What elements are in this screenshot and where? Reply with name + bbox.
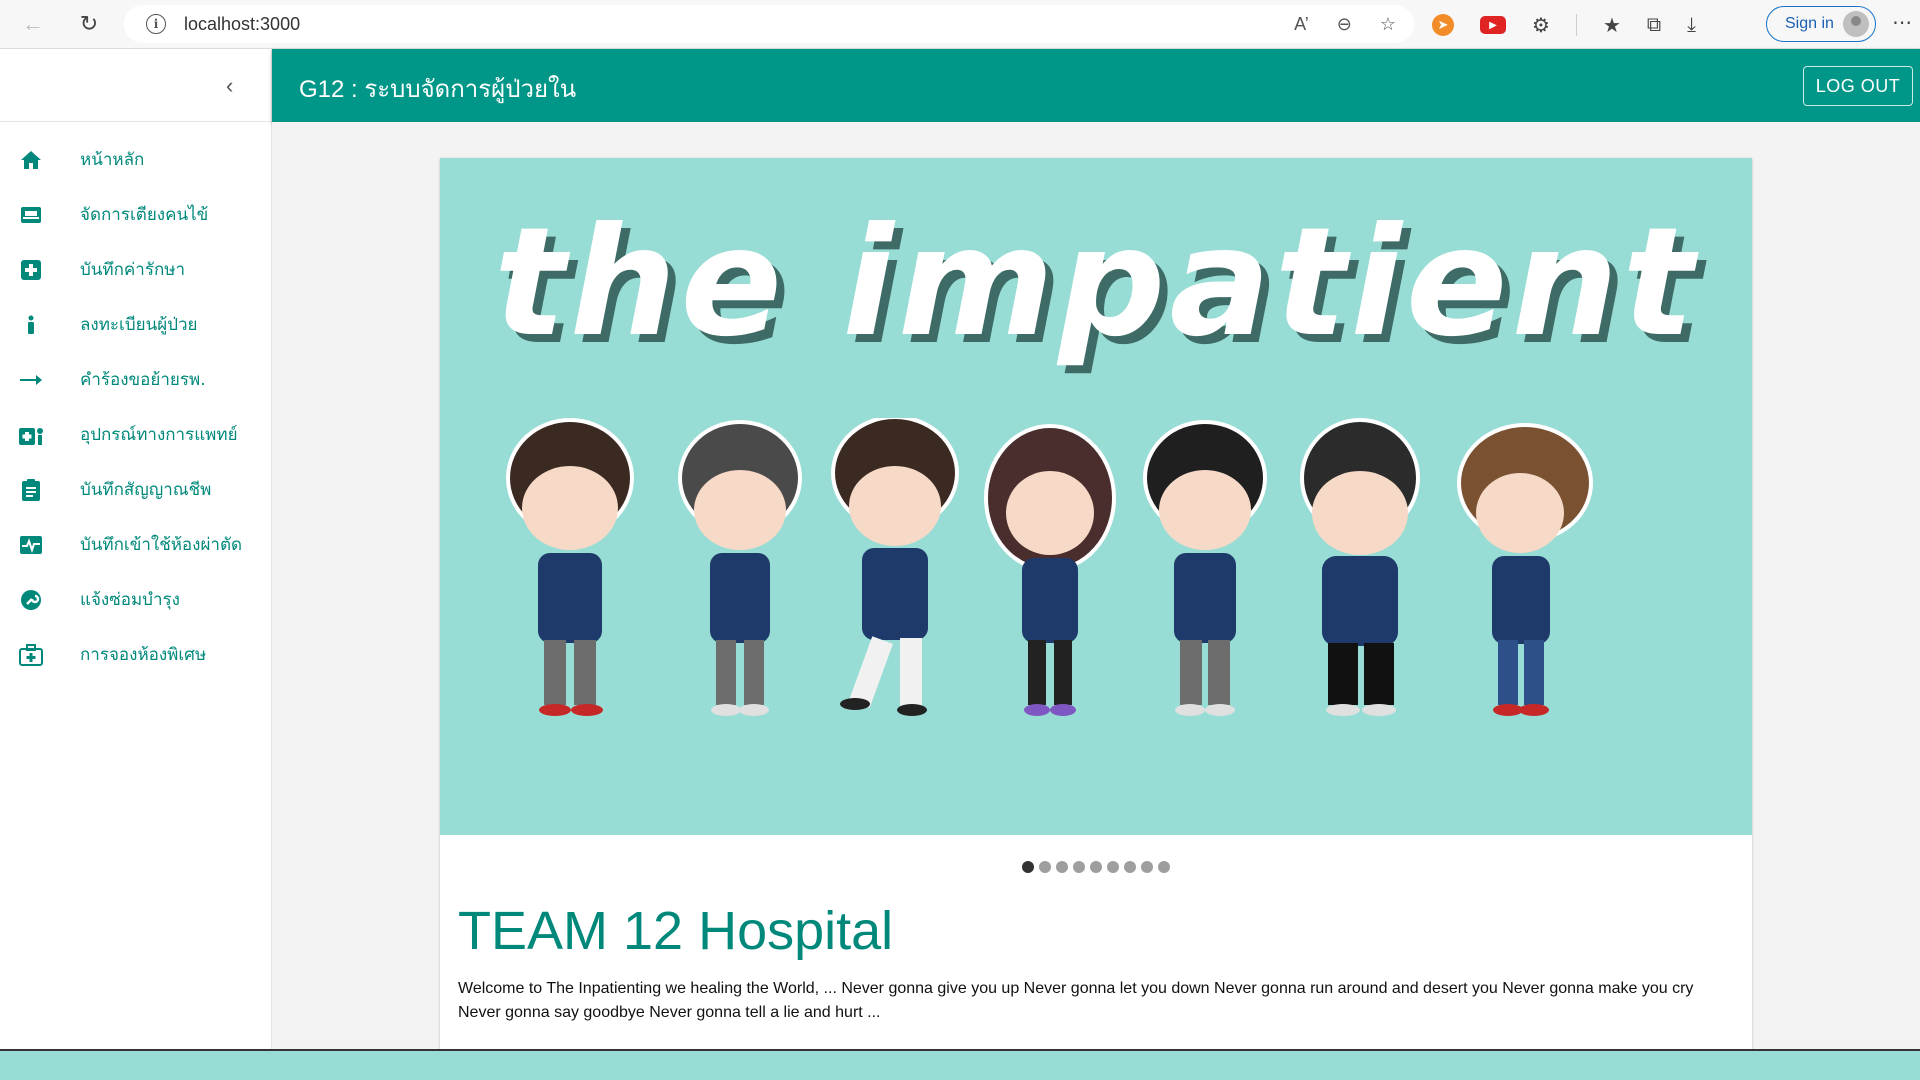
extension-red-icon[interactable]: ▶ — [1480, 16, 1506, 34]
sidebar-item-label: แจ้งซ่อมบำรุง — [80, 590, 180, 610]
carousel-dot[interactable] — [1073, 861, 1085, 873]
app-header: G12 : ระบบจัดการผู้ป่วยใน LOG OUT — [272, 49, 1920, 122]
medical-plus-icon — [16, 259, 46, 281]
avatar — [1843, 11, 1869, 37]
carousel-dot[interactable] — [1022, 861, 1034, 873]
sidebar-item-label: จัดการเตียงคนไข้ — [80, 205, 209, 225]
carousel-dot[interactable] — [1039, 861, 1051, 873]
sidebar-item-label: บันทึกเข้าใช้ห้องผ่าตัด — [80, 535, 243, 555]
sign-in-button[interactable]: Sign in — [1766, 6, 1876, 42]
browser-toolbar: ← ↻ i localhost:3000 A’ ⊖ ☆ ➤ ▶ ⚙ ★ ⧉ ⤓ … — [0, 0, 1920, 49]
sidebar-item-treatment-cost[interactable]: บันทึกค่ารักษา — [0, 242, 271, 297]
sidebar-item-label: อุปกรณ์ทางการแพทย์ — [80, 425, 238, 445]
main-content: the impatient TEAM 12 Hospital Welcome t… — [272, 122, 1920, 1058]
address-bar[interactable]: i localhost:3000 A’ ⊖ ☆ — [124, 5, 1414, 43]
sidebar-item-label: บันทึกสัญญาณชีพ — [80, 480, 212, 500]
carousel-dot[interactable] — [1056, 861, 1068, 873]
carousel-indicators — [440, 861, 1752, 873]
favorites-icon[interactable]: ★ — [1603, 13, 1621, 38]
hospital-title: TEAM 12 Hospital — [458, 901, 894, 961]
carousel-dot[interactable] — [1124, 861, 1136, 873]
sidebar-item-operating-room[interactable]: บันทึกเข้าใช้ห้องผ่าตัด — [0, 517, 271, 572]
banner-title: the impatient — [493, 196, 1699, 370]
bottom-strip — [0, 1049, 1920, 1080]
zoom-out-icon[interactable]: ⊖ — [1337, 14, 1352, 35]
sidebar-item-transfer-request[interactable]: คำร้องขอย้ายรพ. — [0, 352, 271, 407]
character-4 — [984, 424, 1116, 716]
team-characters-illustration — [506, 418, 1593, 716]
medical-equipment-icon — [16, 424, 46, 446]
favorite-add-icon[interactable]: ☆ — [1380, 14, 1396, 35]
character-5 — [1143, 420, 1267, 716]
sidebar-item-vital-signs[interactable]: บันทึกสัญญาณชีพ — [0, 462, 271, 517]
sidebar-header: ‹ — [0, 49, 271, 122]
more-options-icon[interactable]: ⋯ — [1892, 10, 1912, 35]
heart-monitor-icon — [16, 535, 46, 555]
welcome-text: Welcome to The Inpatienting we healing t… — [458, 980, 1694, 1021]
bed-icon — [16, 205, 46, 225]
page-title: G12 : ระบบจัดการผู้ป่วยใน — [299, 76, 577, 103]
toolbar-separator — [1575, 14, 1577, 36]
character-3 — [831, 418, 959, 716]
sidebar-item-label: การจองห้องพิเศษ — [80, 645, 207, 665]
read-aloud-icon[interactable]: A’ — [1294, 14, 1309, 35]
carousel-dot[interactable] — [1090, 861, 1102, 873]
sidebar-item-bed-management[interactable]: จัดการเตียงคนไข้ — [0, 187, 271, 242]
sidebar-item-patient-register[interactable]: ลงทะเบียนผู้ป่วย — [0, 297, 271, 352]
person-icon — [16, 314, 46, 336]
sidebar-item-medical-equipment[interactable]: อุปกรณ์ทางการแพทย์ — [0, 407, 271, 462]
chevron-left-icon[interactable]: ‹ — [226, 73, 233, 99]
character-6 — [1300, 418, 1420, 716]
banner-image: the impatient — [440, 158, 1752, 835]
character-1 — [506, 418, 634, 716]
sidebar-item-label: คำร้องขอย้ายรพ. — [80, 370, 206, 390]
home-icon — [16, 150, 46, 170]
carousel-dot[interactable] — [1107, 861, 1119, 873]
back-button[interactable]: ← — [16, 8, 50, 40]
home-card: the impatient TEAM 12 Hospital Welcome t… — [440, 158, 1752, 1058]
info-icon[interactable]: i — [146, 14, 166, 34]
clipboard-icon — [16, 478, 46, 502]
character-7 — [1457, 423, 1593, 716]
sidebar-menu: หน้าหลัก จัดการเตียงคนไข้ บันทึกค่ารักษา… — [0, 122, 271, 682]
extension-orange-icon[interactable]: ➤ — [1432, 14, 1454, 36]
downloads-icon[interactable]: ⤓ — [1687, 14, 1696, 37]
sidebar-item-label: ลงทะเบียนผู้ป่วย — [80, 315, 198, 335]
sidebar-item-maintenance[interactable]: แจ้งซ่อมบำรุง — [0, 572, 271, 627]
arrow-right-icon — [16, 374, 46, 386]
reload-button[interactable]: ↻ — [72, 8, 106, 40]
sign-in-label: Sign in — [1785, 15, 1834, 32]
wrench-icon — [16, 589, 46, 611]
carousel-dot[interactable] — [1141, 861, 1153, 873]
logout-button[interactable]: LOG OUT — [1803, 66, 1913, 106]
room-booking-icon — [16, 643, 46, 666]
sidebar-item-label: หน้าหลัก — [80, 150, 145, 170]
sidebar: ‹ หน้าหลัก จัดการเตียงคนไข้ บันทึกค่ารัก… — [0, 49, 272, 1049]
carousel-dot[interactable] — [1158, 861, 1170, 873]
extensions-icon[interactable]: ⚙ — [1532, 13, 1550, 38]
url-text[interactable]: localhost:3000 — [184, 14, 300, 35]
sidebar-item-special-room-booking[interactable]: การจองห้องพิเศษ — [0, 627, 271, 682]
sidebar-item-home[interactable]: หน้าหลัก — [0, 132, 271, 187]
character-2 — [678, 420, 802, 716]
collections-icon[interactable]: ⧉ — [1647, 14, 1661, 37]
sidebar-item-label: บันทึกค่ารักษา — [80, 260, 186, 280]
